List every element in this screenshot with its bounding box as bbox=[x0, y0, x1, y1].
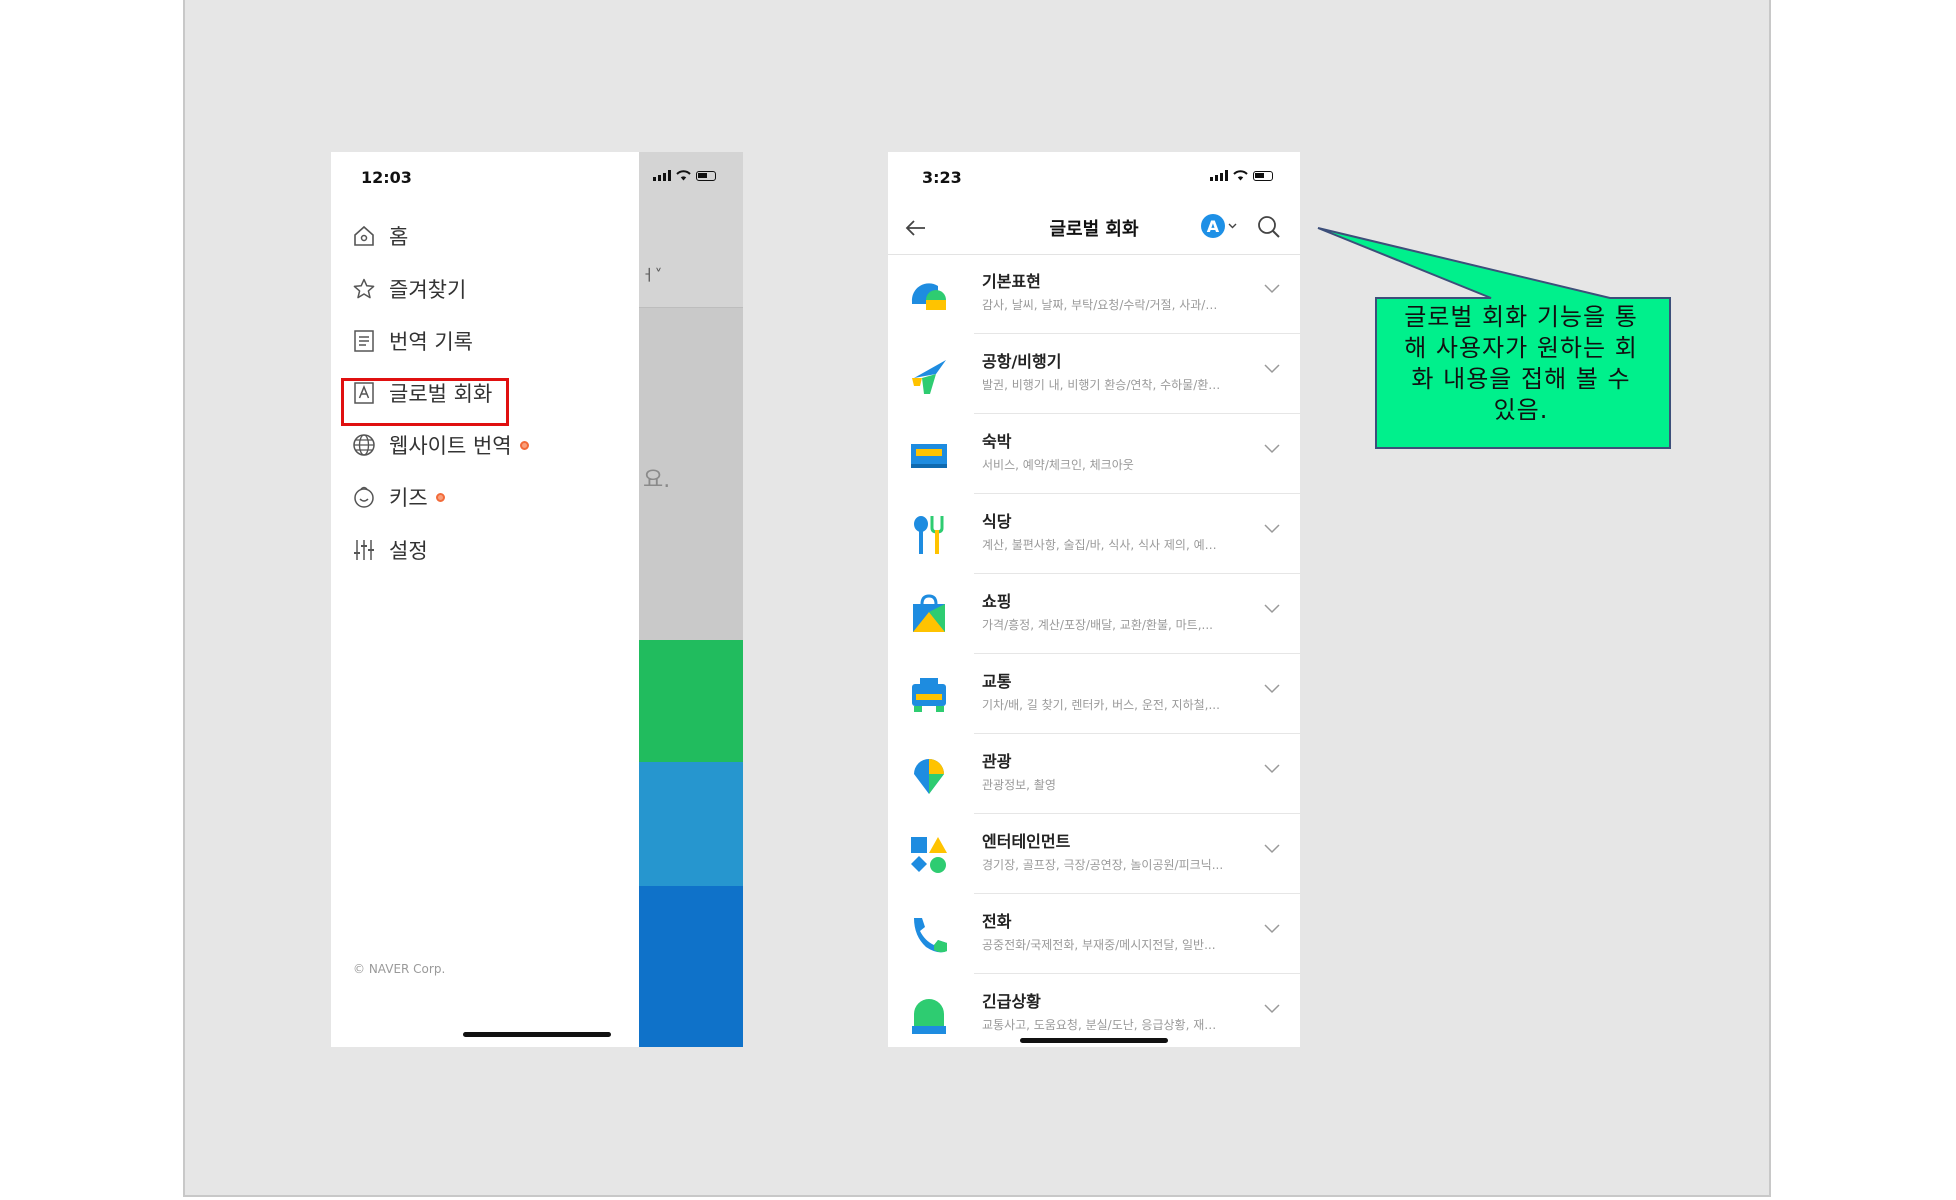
callout-line: 해 사용자가 원하는 회 bbox=[1404, 334, 1638, 362]
callout-line: 화 내용을 접해 볼 수 bbox=[1411, 365, 1631, 393]
callout-text: 글로벌 회화 기능을 통 해 사용자가 원하는 회 화 내용을 접해 볼 수 있… bbox=[1376, 302, 1666, 426]
callout-line: 있음. bbox=[1493, 396, 1549, 424]
callout-box bbox=[1317, 227, 1671, 449]
callout-line: 글로벌 회화 기능을 통 bbox=[1404, 303, 1638, 331]
